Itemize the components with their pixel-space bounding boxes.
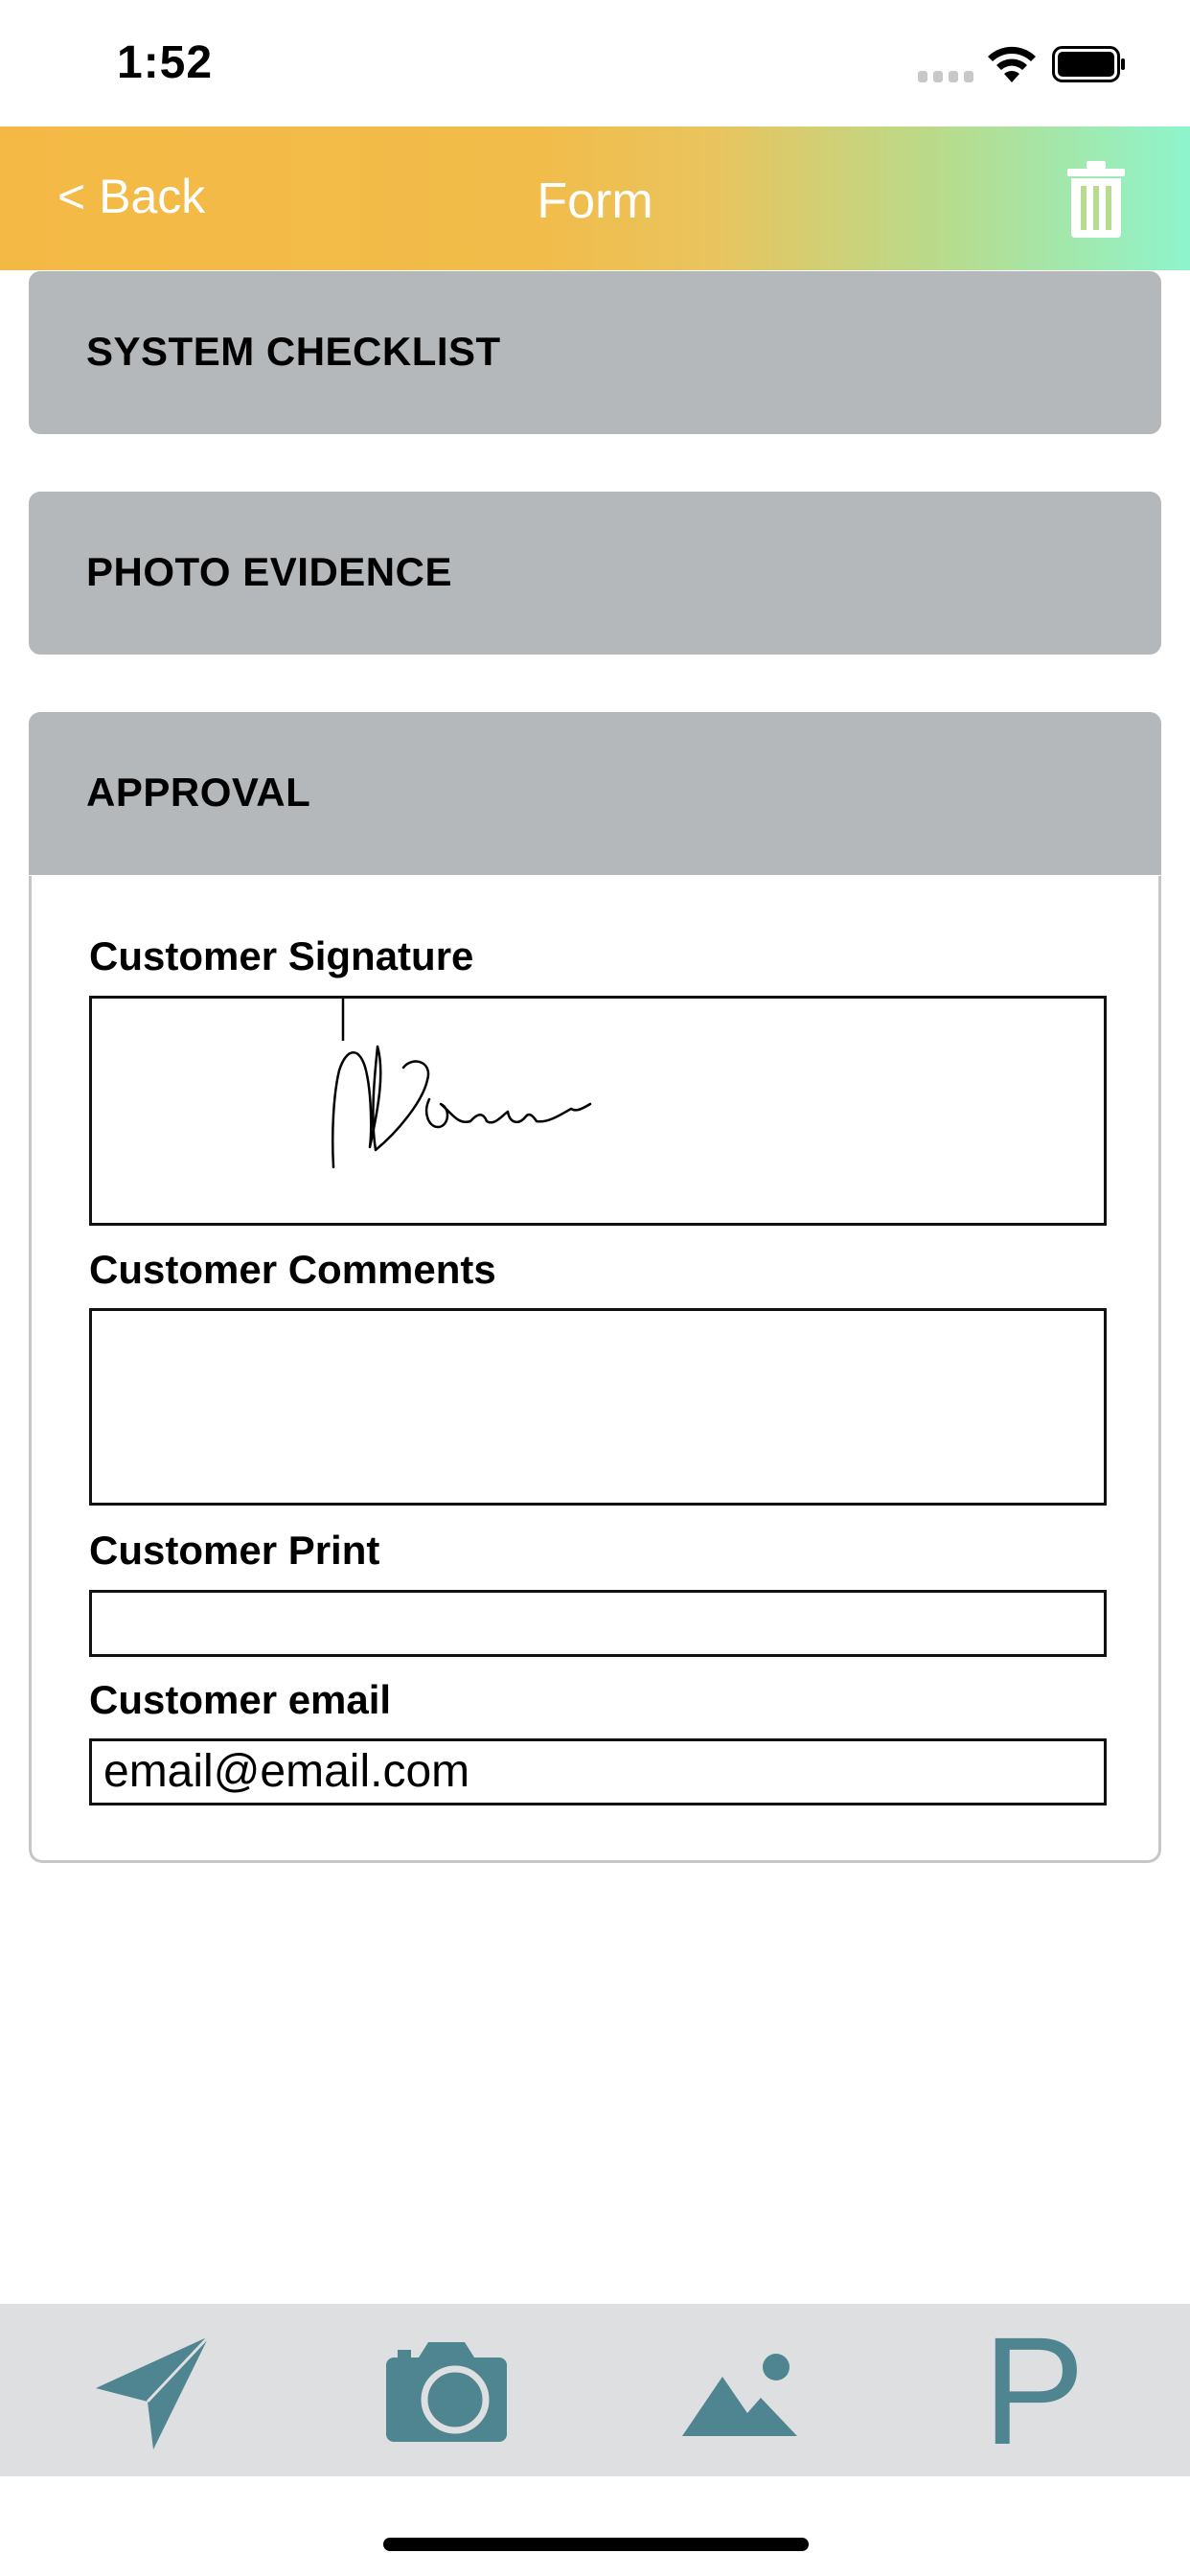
battery-icon xyxy=(1052,46,1125,82)
email-label: Customer email xyxy=(89,1677,392,1722)
section-title: APPROVAL xyxy=(86,770,311,815)
back-button[interactable]: < Back xyxy=(57,169,205,224)
status-time: 1:52 xyxy=(117,37,214,88)
camera-icon[interactable] xyxy=(384,2329,509,2453)
image-icon[interactable] xyxy=(678,2329,803,2453)
section-photo-evidence[interactable]: PHOTO EVIDENCE xyxy=(29,492,1161,655)
bottom-toolbar: P xyxy=(0,2304,1190,2476)
wifi-icon xyxy=(988,46,1036,82)
section-approval[interactable]: APPROVAL xyxy=(29,712,1161,875)
send-icon[interactable] xyxy=(92,2329,217,2453)
trash-icon[interactable] xyxy=(1065,161,1127,238)
section-system-checklist[interactable]: SYSTEM CHECKLIST xyxy=(29,271,1161,434)
cellular-signal-icon xyxy=(918,71,973,82)
signature-label: Customer Signature xyxy=(89,933,474,978)
nav-bar: Form < Back xyxy=(0,126,1190,270)
signature-drawing xyxy=(332,999,592,1169)
section-title: PHOTO EVIDENCE xyxy=(86,549,452,594)
comments-label: Customer Comments xyxy=(89,1247,496,1292)
p-icon[interactable]: P xyxy=(972,2314,1096,2468)
status-bar: 1:52 xyxy=(0,0,1190,126)
signature-pad[interactable] xyxy=(89,996,1107,1226)
print-name-field[interactable] xyxy=(89,1590,1107,1657)
email-field[interactable]: email@email.com xyxy=(89,1738,1107,1806)
email-value: email@email.com xyxy=(103,1746,470,1797)
home-indicator xyxy=(383,2538,809,2551)
section-title: SYSTEM CHECKLIST xyxy=(86,329,501,374)
print-label: Customer Print xyxy=(89,1528,380,1573)
comments-field[interactable] xyxy=(89,1308,1107,1506)
approval-panel: Customer Signature Customer Comments Cus… xyxy=(29,876,1161,1863)
